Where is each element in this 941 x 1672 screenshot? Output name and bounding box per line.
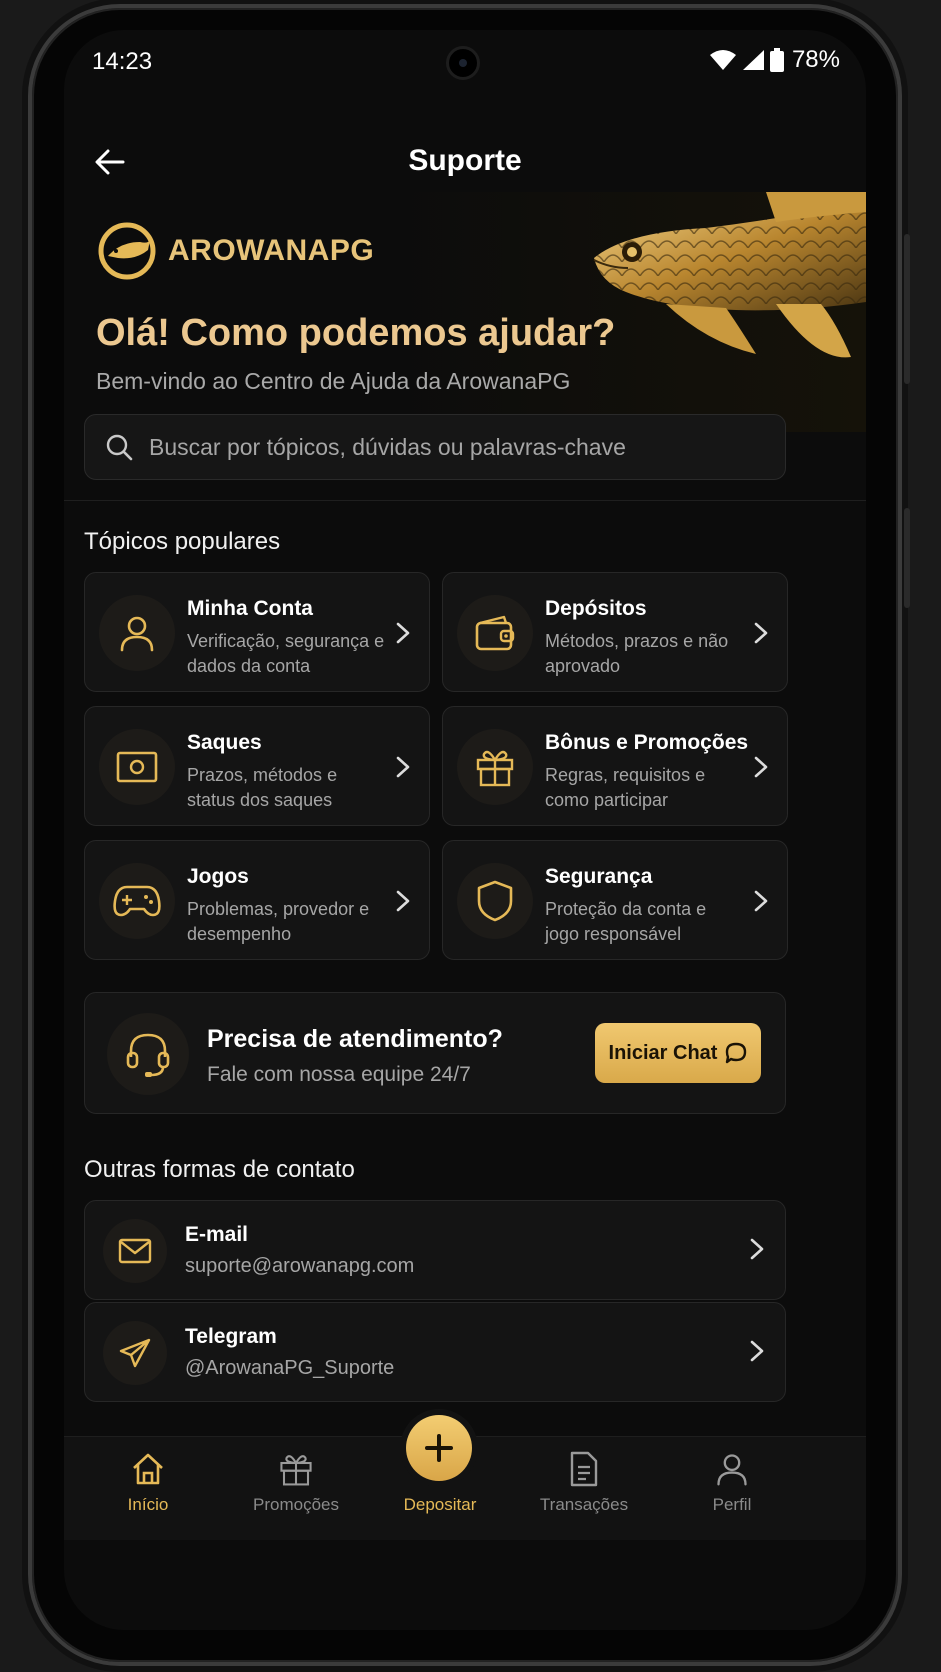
nav-item-transacoes[interactable]: Transações xyxy=(514,1451,654,1515)
power-button xyxy=(904,508,910,608)
battery-icon xyxy=(769,48,784,72)
contact-item-telegram[interactable]: Telegram @ArowanaPG_Suporte xyxy=(84,1302,786,1402)
hero-banner: AROWANAPG Olá! Como podemos ajudar? Bem-… xyxy=(64,192,866,432)
battery-percent: 78% xyxy=(791,46,840,73)
status-bar: 14:23 78% xyxy=(64,30,866,90)
topic-card-seguranca[interactable]: Segurança Proteção da conta e jogo respo… xyxy=(442,840,788,960)
headset-icon-badge xyxy=(107,1013,189,1095)
nav-item-perfil[interactable]: Perfil xyxy=(662,1451,802,1515)
contact-title: E-mail xyxy=(185,1223,249,1246)
deposit-fab-button[interactable] xyxy=(406,1415,472,1481)
volume-button xyxy=(904,234,910,384)
topic-card-jogos[interactable]: Jogos Problemas, provedor e desempenho xyxy=(84,840,430,960)
chevron-right-icon xyxy=(754,890,768,912)
gamepad-icon xyxy=(113,885,161,917)
nav-item-depositar[interactable]: Depositar xyxy=(370,1495,510,1515)
arowana-logo-icon xyxy=(98,222,156,280)
topic-card-saques[interactable]: Saques Prazos, métodos e status dos saqu… xyxy=(84,706,430,826)
page-title: Suporte xyxy=(408,144,522,177)
chevron-right-icon xyxy=(396,756,410,778)
chat-bubble-icon xyxy=(726,1042,747,1064)
topic-description: Problemas, provedor e desempenho xyxy=(187,899,370,944)
nav-label: Perfil xyxy=(712,1495,752,1514)
topic-card-depositos[interactable]: Depósitos Métodos, prazos e não aprovado xyxy=(442,572,788,692)
signal-icon xyxy=(742,50,764,70)
shield-icon xyxy=(477,880,513,922)
topic-title: Minha Conta xyxy=(187,597,313,620)
topic-title: Bônus e Promoções xyxy=(545,731,749,754)
brand-name: AROWANAPG xyxy=(168,234,375,267)
topic-title: Segurança xyxy=(545,865,653,888)
support-title: Precisa de atendimento? xyxy=(207,1025,503,1053)
brand-logo: AROWANAPG xyxy=(96,220,374,282)
start-chat-button[interactable]: Iniciar Chat xyxy=(595,1023,761,1083)
start-chat-label: Iniciar Chat xyxy=(608,1041,718,1064)
topic-icon-badge xyxy=(99,729,175,805)
cash-icon xyxy=(116,751,158,783)
search-icon xyxy=(106,434,133,461)
bottom-navigation: Início Promoções Depositar Transações Pe… xyxy=(64,1415,866,1540)
topic-title: Depósitos xyxy=(545,597,647,620)
home-icon xyxy=(133,1453,163,1485)
support-subtitle: Fale com nossa equipe 24/7 xyxy=(207,1063,471,1086)
topic-icon-badge xyxy=(457,595,533,671)
front-camera xyxy=(446,46,480,80)
status-icons: 78% xyxy=(709,46,840,74)
other-contacts-title: Outras formas de contato xyxy=(84,1156,355,1183)
user-icon xyxy=(717,1454,747,1486)
topic-description: Verificação, segurança e dados da conta xyxy=(187,631,385,676)
topic-card-bonus-promocoes[interactable]: Bônus e Promoções Regras, requisitos e c… xyxy=(442,706,788,826)
gift-icon xyxy=(280,1455,312,1486)
wallet-icon xyxy=(475,615,515,651)
chevron-right-icon xyxy=(754,756,768,778)
chevron-right-icon xyxy=(396,890,410,912)
mail-icon xyxy=(118,1238,152,1264)
document-icon xyxy=(570,1451,598,1487)
contact-icon-badge xyxy=(103,1321,167,1385)
chevron-right-icon xyxy=(754,622,768,644)
headset-icon xyxy=(126,1033,170,1077)
section-divider xyxy=(64,500,866,501)
topic-description: Métodos, prazos e não aprovado xyxy=(545,631,729,676)
chevron-right-icon xyxy=(750,1238,764,1260)
status-time: 14:23 xyxy=(92,48,153,75)
gift-icon xyxy=(476,750,514,787)
topic-description: Proteção da conta e jogo responsável xyxy=(545,899,707,944)
nav-label: Transações xyxy=(539,1495,629,1514)
popular-topics-title: Tópicos populares xyxy=(84,528,281,555)
top-bar: Suporte xyxy=(64,130,866,194)
nav-label: Depositar xyxy=(403,1495,477,1514)
nav-item-inicio[interactable]: Início xyxy=(78,1451,218,1515)
nav-label: Início xyxy=(127,1495,169,1514)
hero-subtitle: Bem-vindo ao Centro de Ajuda da ArowanaP… xyxy=(96,368,571,394)
topic-icon-badge xyxy=(99,863,175,939)
search-bar[interactable] xyxy=(84,414,786,480)
contact-item-email[interactable]: E-mail suporte@arowanapg.com xyxy=(84,1200,786,1300)
nav-label: Promoções xyxy=(253,1495,339,1514)
contact-icon-badge xyxy=(103,1219,167,1283)
support-chat-card: Precisa de atendimento? Fale com nossa e… xyxy=(84,992,786,1114)
plus-icon xyxy=(425,1434,453,1462)
topic-description: Regras, requisitos e como participar xyxy=(545,765,706,810)
arowana-fish-image xyxy=(593,192,866,358)
search-input[interactable] xyxy=(149,433,749,461)
chevron-right-icon xyxy=(396,622,410,644)
contact-title: Telegram xyxy=(185,1325,277,1348)
app-screen: 14:23 78% Suporte AROWANAPG Olá! Como po… xyxy=(64,30,866,1630)
telegram-icon xyxy=(119,1338,151,1368)
nav-item-promocoes[interactable]: Promoções xyxy=(226,1451,366,1515)
contact-value: @ArowanaPG_Suporte xyxy=(185,1357,395,1379)
topic-card-minha-conta[interactable]: Minha Conta Verificação, segurança e dad… xyxy=(84,572,430,692)
topic-icon-badge xyxy=(457,863,533,939)
topic-title: Jogos xyxy=(187,865,249,888)
topic-icon-badge xyxy=(457,729,533,805)
topic-title: Saques xyxy=(187,731,262,754)
wifi-icon xyxy=(709,50,736,70)
topic-description: Prazos, métodos e status dos saques xyxy=(187,765,338,810)
user-icon xyxy=(120,616,154,652)
hero-title: Olá! Como podemos ajudar? xyxy=(96,312,616,354)
contact-value: suporte@arowanapg.com xyxy=(185,1255,415,1277)
chevron-right-icon xyxy=(750,1340,764,1362)
topic-icon-badge xyxy=(99,595,175,671)
